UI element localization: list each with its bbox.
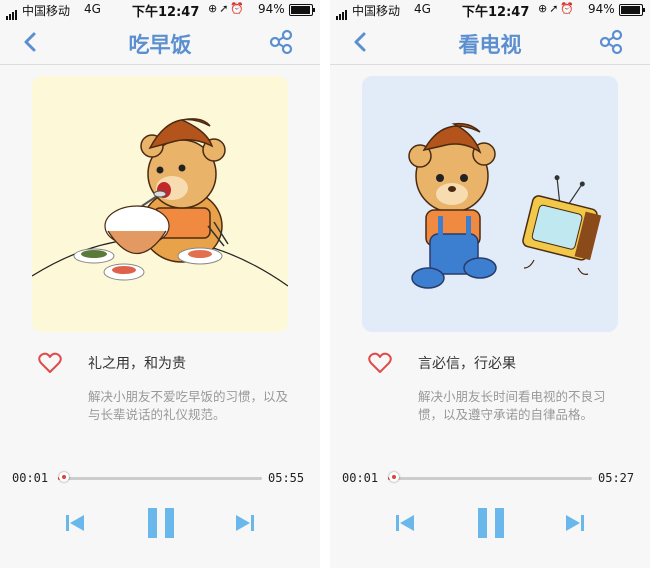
next-button[interactable] (234, 512, 256, 534)
network-type: 4G (84, 2, 101, 16)
status-time: 下午12:47 (132, 5, 200, 20)
story-subtitle: 言必信，行必果 (418, 356, 516, 372)
previous-button[interactable] (394, 512, 416, 534)
battery-percent: 94% (588, 2, 615, 16)
elapsed-time: 00:01 (342, 471, 379, 485)
battery-icon (619, 4, 645, 16)
signal-icon (336, 6, 348, 20)
nav-bar: 看电视 (330, 20, 650, 65)
carrier-name: 中国移动 (22, 4, 71, 18)
status-bar: 中国移动 4G 下午12:47 ⊕➚⏰ 94% (330, 0, 650, 20)
skip-next-icon (566, 515, 584, 531)
skip-next-icon (236, 515, 254, 531)
nav-bar: 吃早饭 (0, 20, 320, 65)
progress-thumb[interactable] (389, 472, 400, 482)
progress-thumb[interactable] (59, 472, 70, 482)
story-subtitle: 礼之用，和为贵 (88, 356, 186, 372)
system-status-icons: ⊕➚⏰ (538, 2, 577, 15)
story-description: 解决小朋友长时间看电视的不良习惯，以及遵守承诺的自律品格。 (418, 389, 606, 422)
signal-icon (6, 6, 18, 20)
network-type: 4G (414, 2, 431, 16)
battery-icon (289, 4, 315, 16)
favorite-button[interactable] (368, 352, 392, 374)
pause-icon (148, 508, 174, 538)
phone-screen-breakfast: 中国移动 4G 下午12:47 ⊕➚⏰ 94% 吃早饭 礼之用，和为贵 解决小朋… (0, 0, 320, 568)
heart-outline-icon (368, 352, 392, 373)
share-button[interactable] (268, 29, 294, 55)
status-time: 下午12:47 (462, 5, 530, 20)
system-status-icons: ⊕➚⏰ (208, 2, 247, 15)
next-button[interactable] (564, 512, 586, 534)
share-button[interactable] (598, 29, 624, 55)
total-duration: 05:27 (598, 471, 635, 485)
progress-slider[interactable] (388, 472, 592, 482)
bear-eating-breakfast-illustration (32, 118, 288, 287)
story-illustration (362, 76, 618, 332)
bear-watching-tv-illustration (408, 122, 602, 289)
skip-previous-icon (66, 515, 84, 531)
battery-percent: 94% (258, 2, 285, 16)
favorite-button[interactable] (38, 352, 62, 374)
carrier-name: 中国移动 (352, 4, 401, 18)
story-description: 解决小朋友不爱吃早饭的习惯，以及与长辈说话的礼仪规范。 (88, 389, 289, 422)
share-icon (599, 29, 623, 55)
total-duration: 05:55 (268, 471, 305, 485)
status-bar: 中国移动 4G 下午12:47 ⊕➚⏰ 94% (0, 0, 320, 20)
previous-button[interactable] (64, 512, 86, 534)
skip-previous-icon (396, 515, 414, 531)
story-illustration (32, 76, 288, 332)
pause-button[interactable] (476, 506, 506, 540)
phone-screen-tv: 中国移动 4G 下午12:47 ⊕➚⏰ 94% 看电视 言必信，行必果 解决小朋… (330, 0, 650, 568)
progress-slider[interactable] (58, 472, 262, 482)
screen-divider (320, 0, 330, 568)
pause-button[interactable] (146, 506, 176, 540)
share-icon (269, 29, 293, 55)
heart-outline-icon (38, 352, 62, 373)
elapsed-time: 00:01 (12, 471, 49, 485)
pause-icon (478, 508, 504, 538)
